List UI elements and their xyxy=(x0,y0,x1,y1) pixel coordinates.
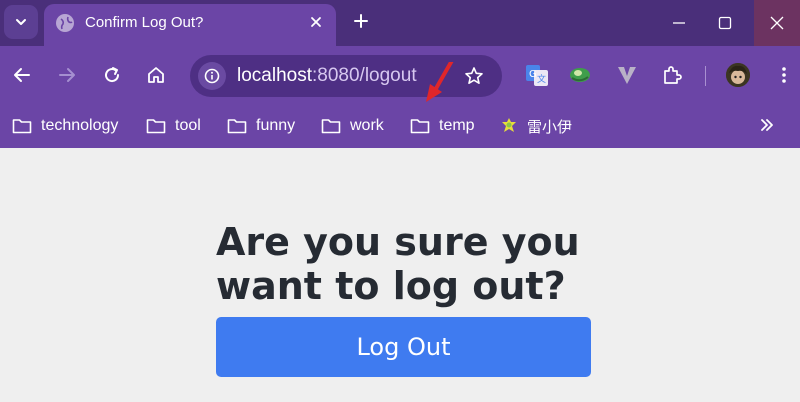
puzzle-icon xyxy=(664,66,682,84)
toolbar-divider xyxy=(705,66,706,86)
tab-search-button[interactable] xyxy=(4,5,38,39)
url-text[interactable]: localhost:8080/logout xyxy=(237,65,417,87)
bookmarks-bar: technology tool funny work temp 雷小伊 xyxy=(0,104,800,148)
bookmark-technology[interactable]: technology xyxy=(12,114,118,138)
bookmark-tool[interactable]: tool xyxy=(146,114,201,138)
profile-avatar[interactable] xyxy=(726,63,750,87)
close-window-button[interactable] xyxy=(754,0,800,46)
active-tab[interactable]: Confirm Log Out? xyxy=(44,4,336,46)
close-icon xyxy=(770,16,784,30)
minimize-icon xyxy=(673,22,685,24)
chevron-double-right-icon xyxy=(761,119,773,131)
bookmark-label: tool xyxy=(175,117,201,134)
back-button[interactable] xyxy=(8,61,36,89)
bookmark-temp[interactable]: temp xyxy=(410,114,475,138)
globe-icon xyxy=(56,14,74,32)
logout-confirm-heading: Are you sure you want to log out? xyxy=(216,220,596,308)
home-icon xyxy=(148,67,164,83)
chevron-down-icon xyxy=(16,19,26,25)
more-bookmarks-button[interactable] xyxy=(756,114,778,136)
maximize-icon xyxy=(718,16,732,30)
forward-button[interactable] xyxy=(53,61,81,89)
extension-icon xyxy=(618,67,636,84)
tab-title: Confirm Log Out? xyxy=(85,14,204,31)
bookmark-label: funny xyxy=(256,117,296,134)
svg-text:G: G xyxy=(529,69,537,80)
log-out-button[interactable]: Log Out xyxy=(216,317,591,377)
extensions-menu-button[interactable] xyxy=(660,63,684,87)
maximize-button[interactable] xyxy=(702,0,748,46)
bookmark-favicon-icon xyxy=(502,118,516,132)
folder-icon xyxy=(227,119,247,134)
bookmark-funny[interactable]: funny xyxy=(227,114,295,138)
site-info-button[interactable] xyxy=(198,62,226,90)
extension-button-2[interactable] xyxy=(615,63,639,87)
bookmark-work[interactable]: work xyxy=(321,114,384,138)
reload-icon xyxy=(105,67,120,83)
svg-text:文: 文 xyxy=(537,73,546,85)
page-content: Are you sure you want to log out? Log Ou… xyxy=(0,148,800,402)
translate-extension-button[interactable]: G文 xyxy=(525,63,549,87)
bookmark-label: work xyxy=(350,117,384,134)
folder-icon xyxy=(146,119,166,134)
folder-icon xyxy=(12,119,32,134)
more-vertical-icon xyxy=(782,67,786,83)
star-icon xyxy=(465,67,483,84)
reload-button[interactable] xyxy=(98,61,126,89)
forward-icon xyxy=(59,68,75,82)
folder-icon xyxy=(410,119,430,134)
plus-icon xyxy=(354,14,368,28)
browser-menu-button[interactable] xyxy=(770,61,798,89)
info-icon xyxy=(204,68,220,84)
bookmark-leixiaoyi[interactable]: 雷小伊 xyxy=(500,114,572,138)
bookmark-star-button[interactable] xyxy=(462,64,486,88)
heading-line-1: Are you sure you xyxy=(216,220,580,264)
tab-strip: Confirm Log Out? xyxy=(0,0,800,46)
browser-toolbar: localhost:8080/logout G文 xyxy=(0,46,800,104)
url-host: localhost xyxy=(237,65,312,86)
heading-line-2: want to log out? xyxy=(216,264,566,308)
bookmark-label: technology xyxy=(41,117,119,134)
back-icon xyxy=(14,68,30,82)
close-icon xyxy=(311,17,321,27)
close-tab-button[interactable] xyxy=(304,10,328,34)
extension-icon xyxy=(570,68,590,82)
url-path: :8080/logout xyxy=(312,65,417,86)
bookmark-label: temp xyxy=(439,117,475,134)
avatar-icon xyxy=(726,63,750,87)
new-tab-button[interactable] xyxy=(348,8,374,34)
home-button[interactable] xyxy=(142,61,170,89)
minimize-button[interactable] xyxy=(656,0,702,46)
bookmark-label: 雷小伊 xyxy=(527,117,573,136)
translate-icon: G文 xyxy=(526,65,548,86)
folder-icon xyxy=(321,119,341,134)
extension-button-1[interactable] xyxy=(568,63,592,87)
